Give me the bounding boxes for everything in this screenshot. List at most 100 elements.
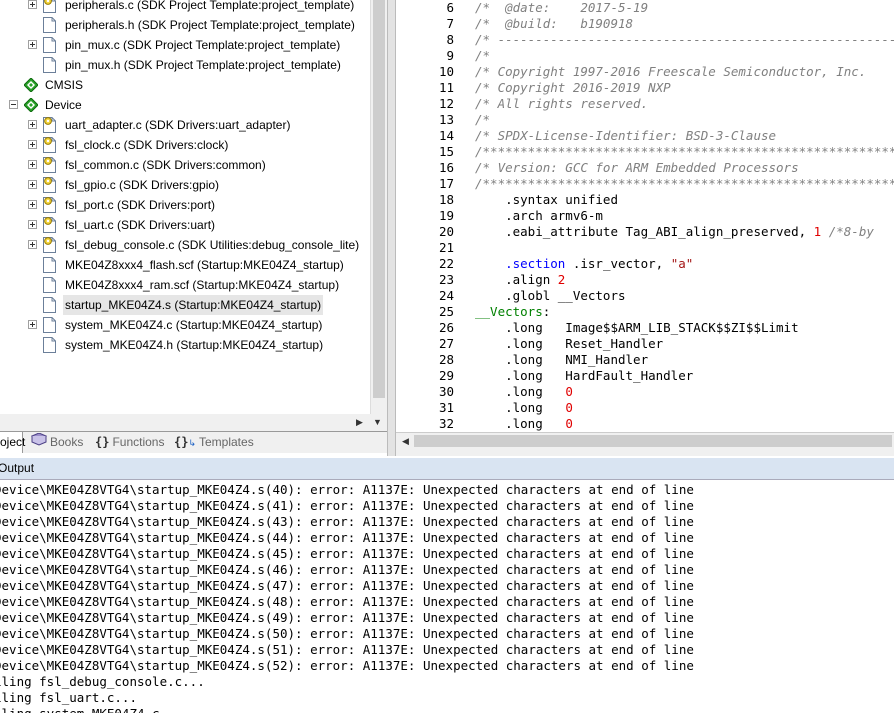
code-line[interactable]: /* <box>475 112 490 128</box>
code-token: : <box>542 304 551 319</box>
output-line: Device\MKE04Z8VTG4\startup_MKE04Z4.s(46)… <box>0 562 694 577</box>
tree-horizontal-scrollbar[interactable]: ▶ ▼ <box>0 414 387 431</box>
expand-icon[interactable] <box>28 160 37 169</box>
tree-item[interactable]: startup_MKE04Z4.s (Startup:MKE04Z4_start… <box>0 295 370 315</box>
tree-item[interactable]: fsl_clock.c (SDK Drivers:clock) <box>0 135 370 155</box>
scrollbar-thumb[interactable] <box>414 435 892 447</box>
code-token: "a" <box>670 256 694 271</box>
line-number: 10 <box>438 64 454 79</box>
code-line[interactable]: .long 0 <box>475 416 573 432</box>
tree-item[interactable]: CMSIS <box>0 75 370 95</box>
code-line[interactable]: /* Copyright 2016-2019 NXP <box>475 80 671 96</box>
code-line[interactable]: .align 2 <box>475 272 565 288</box>
line-number: 31 <box>438 400 454 415</box>
line-number: 14 <box>438 128 454 143</box>
tree-item[interactable]: pin_mux.c (SDK Project Template:project_… <box>0 35 370 55</box>
tree-item-label: fsl_gpio.c (SDK Drivers:gpio) <box>65 178 220 192</box>
tree-item[interactable]: fsl_uart.c (SDK Drivers:uart) <box>0 215 370 235</box>
tree-item[interactable]: MKE04Z8xxx4_ram.scf (Startup:MKE04Z4_sta… <box>0 275 370 295</box>
output-line: iling system_MKE04Z4.c... <box>0 706 182 713</box>
tree-item-label: fsl_common.c (SDK Drivers:common) <box>65 158 266 172</box>
output-panel-title: Output <box>0 458 894 480</box>
tree-item[interactable]: system_MKE04Z4.h (Startup:MKE04Z4_startu… <box>0 335 370 355</box>
pane-splitter[interactable] <box>387 0 396 456</box>
code-line[interactable]: .long 0 <box>475 384 573 400</box>
code-editor[interactable]: 6 7 8 9 10 11 12 13 14 15 16 17 18 19 20 21 22 23 24 25 26 27… <box>396 0 894 432</box>
tree-item[interactable]: MKE04Z8xxx4_flash.scf (Startup:MKE04Z4_s… <box>0 255 370 275</box>
scrollbar-thumb[interactable] <box>373 0 385 398</box>
tab-oject[interactable]: oject <box>0 432 25 453</box>
code-line[interactable]: .section .isr_vector, "a" <box>475 256 693 272</box>
project-tree[interactable]: peripherals.c (SDK Project Template:proj… <box>0 0 370 414</box>
c-file-gear-icon <box>43 237 56 253</box>
code-token: /***************************************… <box>475 176 894 191</box>
line-number: 9 <box>446 48 454 63</box>
code-line[interactable]: /***************************************… <box>475 176 894 192</box>
code-line[interactable]: .syntax unified <box>475 192 618 208</box>
tree-item[interactable]: system_MKE04Z4.c (Startup:MKE04Z4_startu… <box>0 315 370 335</box>
code-line[interactable]: /* @date: 2017-5-19 <box>475 0 648 16</box>
tab-label: Functions <box>112 435 165 449</box>
tree-item[interactable]: peripherals.c (SDK Project Template:proj… <box>0 0 370 15</box>
editor-horizontal-scrollbar[interactable]: ◀ <box>396 432 894 450</box>
code-line[interactable]: /* All rights reserved. <box>475 96 648 112</box>
code-line[interactable]: __Vectors: <box>475 304 550 320</box>
line-number: 20 <box>438 224 454 239</box>
expand-icon[interactable] <box>28 120 37 129</box>
c-file-gear-icon <box>43 177 56 193</box>
code-line[interactable]: .long Image$$ARM_LIB_STACK$$ZI$$Limit <box>475 320 799 336</box>
scroll-left-icon[interactable]: ◀ <box>398 434 413 449</box>
expand-icon[interactable] <box>28 320 37 329</box>
expand-icon[interactable] <box>28 180 37 189</box>
expand-icon[interactable] <box>28 140 37 149</box>
code-line[interactable]: /* -------------------------------------… <box>475 32 894 48</box>
code-line[interactable]: .globl __Vectors <box>475 288 625 304</box>
code-line[interactable]: /* <box>475 48 490 64</box>
code-token: .long <box>475 400 566 415</box>
tree-item[interactable]: fsl_port.c (SDK Drivers:port) <box>0 195 370 215</box>
build-output[interactable]: Device\MKE04Z8VTG4\startup_MKE04Z4.s(40)… <box>0 480 894 713</box>
line-number: 24 <box>438 288 454 303</box>
code-token: .syntax unified <box>475 192 618 207</box>
tab-templates[interactable]: {}↳ Templates <box>170 432 272 453</box>
tree-item[interactable]: fsl_gpio.c (SDK Drivers:gpio) <box>0 175 370 195</box>
code-line[interactable]: /* Copyright 1997-2016 Freescale Semicon… <box>475 64 866 80</box>
code-line[interactable]: /***************************************… <box>475 144 894 160</box>
line-number: 29 <box>438 368 454 383</box>
code-line[interactable]: .arch armv6-m <box>475 208 603 224</box>
line-number: 26 <box>438 320 454 335</box>
tree-item-label: uart_adapter.c (SDK Drivers:uart_adapter… <box>65 118 291 132</box>
code-line[interactable]: .long 0 <box>475 400 573 416</box>
code-line[interactable]: .eabi_attribute Tag_ABI_align_preserved,… <box>475 224 874 240</box>
line-number: 19 <box>438 208 454 223</box>
code-line[interactable]: .long NMI_Handler <box>475 352 648 368</box>
scroll-right-icon[interactable]: ▶ <box>352 415 367 430</box>
expand-icon[interactable] <box>28 0 37 9</box>
tree-item[interactable]: fsl_common.c (SDK Drivers:common) <box>0 155 370 175</box>
tree-item[interactable]: uart_adapter.c (SDK Drivers:uart_adapter… <box>0 115 370 135</box>
tree-item[interactable]: Device <box>0 95 370 115</box>
tree-vertical-scrollbar[interactable] <box>370 0 387 414</box>
expand-icon[interactable] <box>28 40 37 49</box>
tree-item[interactable]: fsl_debug_console.c (SDK Utilities:debug… <box>0 235 370 255</box>
tree-item-label: pin_mux.c (SDK Project Template:project_… <box>65 38 341 52</box>
collapse-icon[interactable] <box>9 100 18 109</box>
code-line[interactable]: .long HardFault_Handler <box>475 368 693 384</box>
output-line: Device\MKE04Z8VTG4\startup_MKE04Z4.s(48)… <box>0 594 694 609</box>
code-line[interactable]: /* @build: b190918 <box>475 16 633 32</box>
tree-item[interactable]: pin_mux.h (SDK Project Template:project_… <box>0 55 370 75</box>
expand-icon[interactable] <box>28 200 37 209</box>
expand-icon[interactable] <box>28 240 37 249</box>
code-line[interactable]: .long Reset_Handler <box>475 336 663 352</box>
code-line[interactable]: /* SPDX-License-Identifier: BSD-3-Clause <box>475 128 776 144</box>
line-number: 22 <box>438 256 454 271</box>
tree-item-label: peripherals.h (SDK Project Template:proj… <box>65 18 355 32</box>
h-file-icon <box>43 57 56 73</box>
line-number: 17 <box>438 176 454 191</box>
tree-item[interactable]: peripherals.h (SDK Project Template:proj… <box>0 15 370 35</box>
code-token: /* Copyright 1997-2016 Freescale Semicon… <box>475 64 867 79</box>
code-line[interactable]: /* Version: GCC for ARM Embedded Process… <box>475 160 799 176</box>
code-token: .long Reset_Handler <box>475 336 664 351</box>
scroll-down-icon[interactable]: ▼ <box>370 415 385 430</box>
expand-icon[interactable] <box>28 220 37 229</box>
